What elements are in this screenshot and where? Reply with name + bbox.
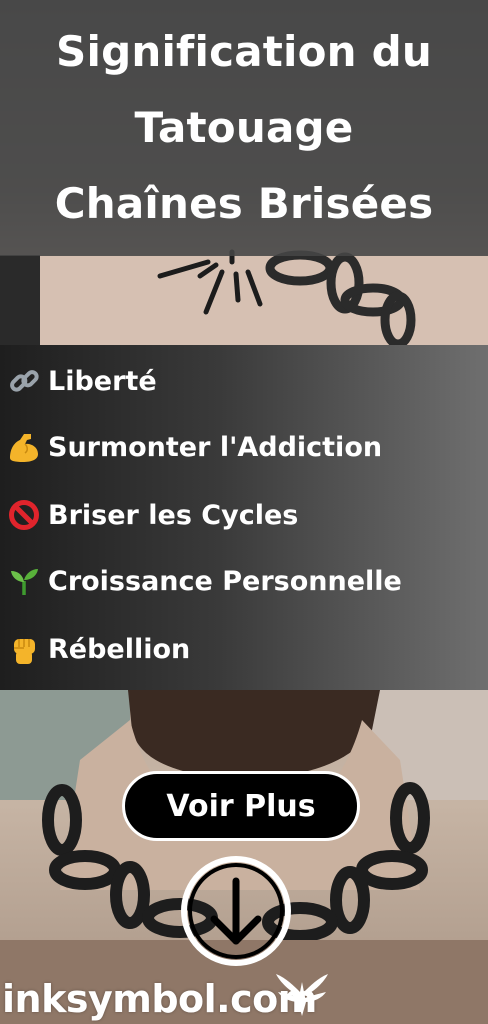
- page-title-line-3: Chaînes Brisées: [54, 179, 434, 228]
- link-icon: [6, 363, 42, 399]
- list-item-surmonter: Surmonter l'Addiction: [6, 429, 382, 465]
- list-item-label: Liberté: [48, 365, 157, 397]
- page-title-line-2: Tatouage: [134, 103, 354, 152]
- seedling-icon: [6, 563, 42, 599]
- arrow-down-icon: [181, 856, 291, 966]
- scroll-down-button[interactable]: [180, 855, 292, 967]
- list-item-liberte: Liberté: [6, 363, 157, 399]
- page-title-line-1: Signification du: [56, 27, 432, 76]
- list-item-briser: Briser les Cycles: [6, 497, 298, 533]
- voir-plus-button[interactable]: Voir Plus: [122, 771, 360, 841]
- brand-name: inksymbol.com: [2, 977, 317, 1021]
- flexed-bicep-icon: [6, 429, 42, 465]
- meanings-list: Liberté Surmonter l'Addiction Briser les…: [0, 345, 488, 690]
- list-item-rebellion: Rébellion: [6, 631, 190, 667]
- list-item-croissance: Croissance Personnelle: [6, 563, 402, 599]
- phoenix-logo-icon: [276, 974, 328, 1016]
- list-item-label: Briser les Cycles: [48, 499, 299, 531]
- prohibited-icon: [6, 497, 42, 533]
- raised-fist-icon: [6, 631, 42, 667]
- list-item-label: Croissance Personnelle: [48, 565, 402, 597]
- list-item-label: Rébellion: [48, 633, 191, 665]
- title-banner: Signification du Tatouage Chaînes Brisée…: [0, 0, 488, 256]
- list-item-label: Surmonter l'Addiction: [48, 431, 383, 463]
